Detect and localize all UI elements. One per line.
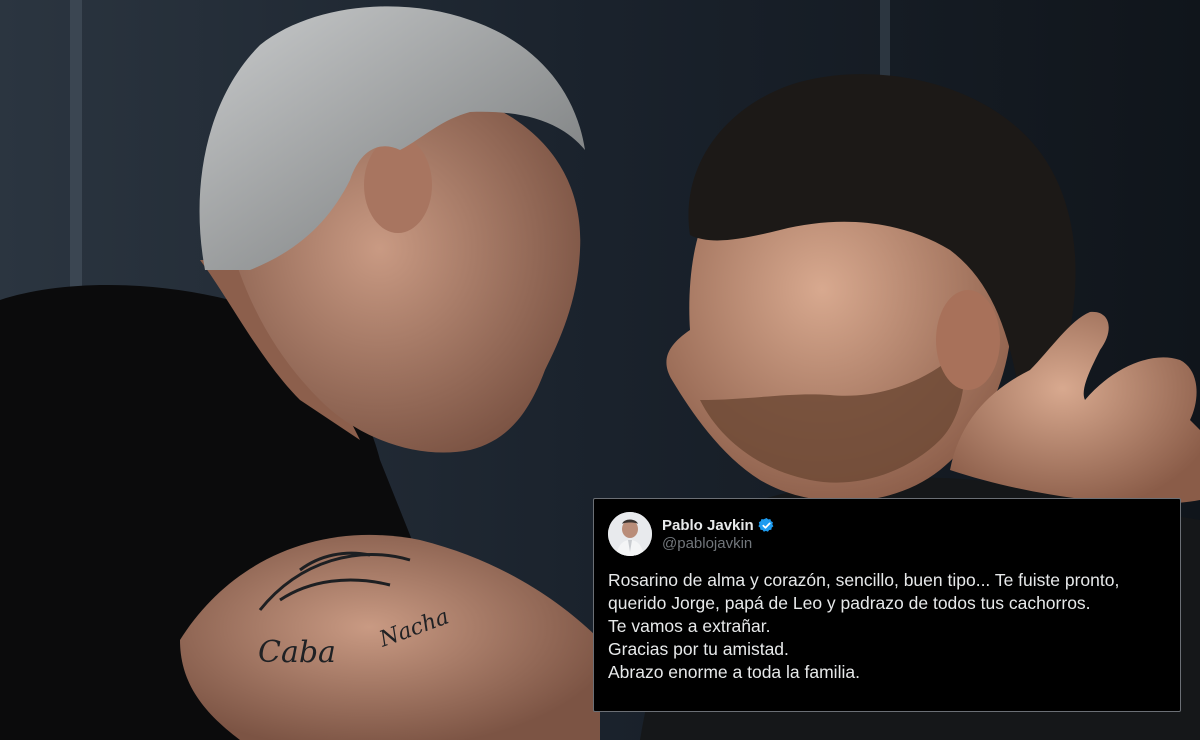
tattoo-text-caba: Caba	[258, 635, 336, 670]
tweet-line: querido Jorge, papá de Leo y padrazo de …	[608, 593, 1091, 613]
tweet-line: Gracias por tu amistad.	[608, 639, 789, 659]
author-display-name[interactable]: Pablo Javkin	[662, 517, 754, 534]
avatar-person-icon	[608, 512, 652, 556]
tweet-line: Abrazo enorme a toda la familia.	[608, 662, 860, 682]
news-image: Caba Nacha Pablo Javkin @pablojavkin Ros…	[0, 0, 1200, 740]
author-handle[interactable]: @pablojavkin	[662, 535, 775, 552]
author-block: Pablo Javkin @pablojavkin	[662, 517, 775, 552]
tweet-line: Te vamos a extrañar.	[608, 616, 771, 636]
name-row: Pablo Javkin	[662, 517, 775, 534]
right-man-ear	[936, 290, 1000, 390]
tweet-text: Rosarino de alma y corazón, sencillo, bu…	[608, 569, 1166, 684]
left-man-ear	[364, 137, 432, 233]
tweet-header: Pablo Javkin @pablojavkin	[608, 511, 1166, 557]
verified-badge-icon	[758, 517, 774, 532]
tweet-card: Pablo Javkin @pablojavkin Rosarino de al…	[593, 498, 1181, 712]
tweet-line: Rosarino de alma y corazón, sencillo, bu…	[608, 570, 1120, 590]
avatar[interactable]	[608, 512, 652, 556]
background-frame	[70, 0, 82, 300]
